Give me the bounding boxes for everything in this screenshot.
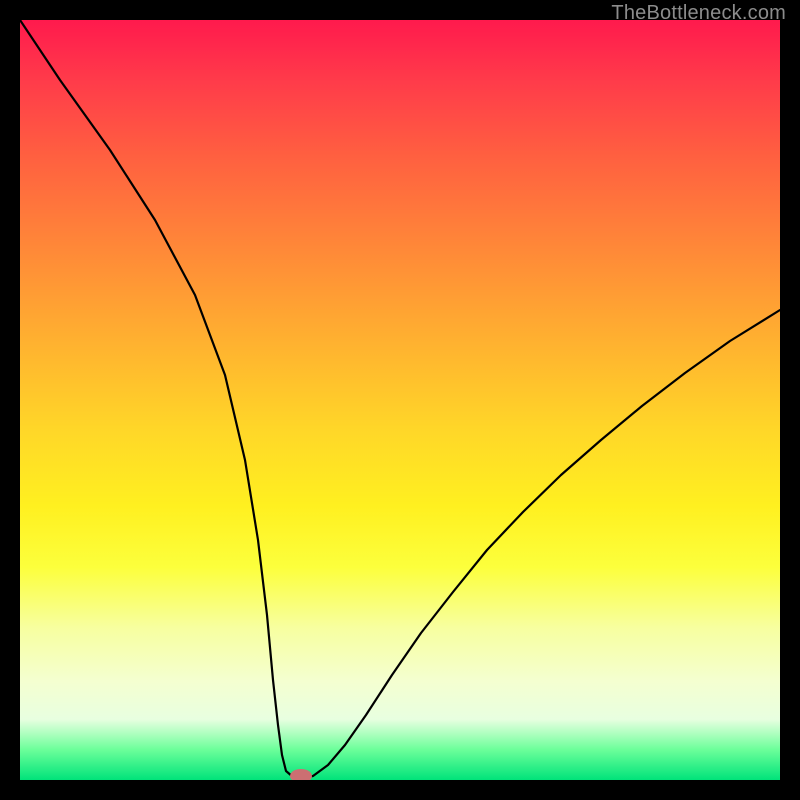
bottleneck-curve: [20, 20, 780, 778]
watermark-label: TheBottleneck.com: [611, 2, 786, 25]
plot-area: [20, 20, 780, 780]
chart-svg: [20, 20, 780, 780]
min-marker: [290, 769, 312, 780]
chart-frame: TheBottleneck.com: [0, 0, 800, 800]
